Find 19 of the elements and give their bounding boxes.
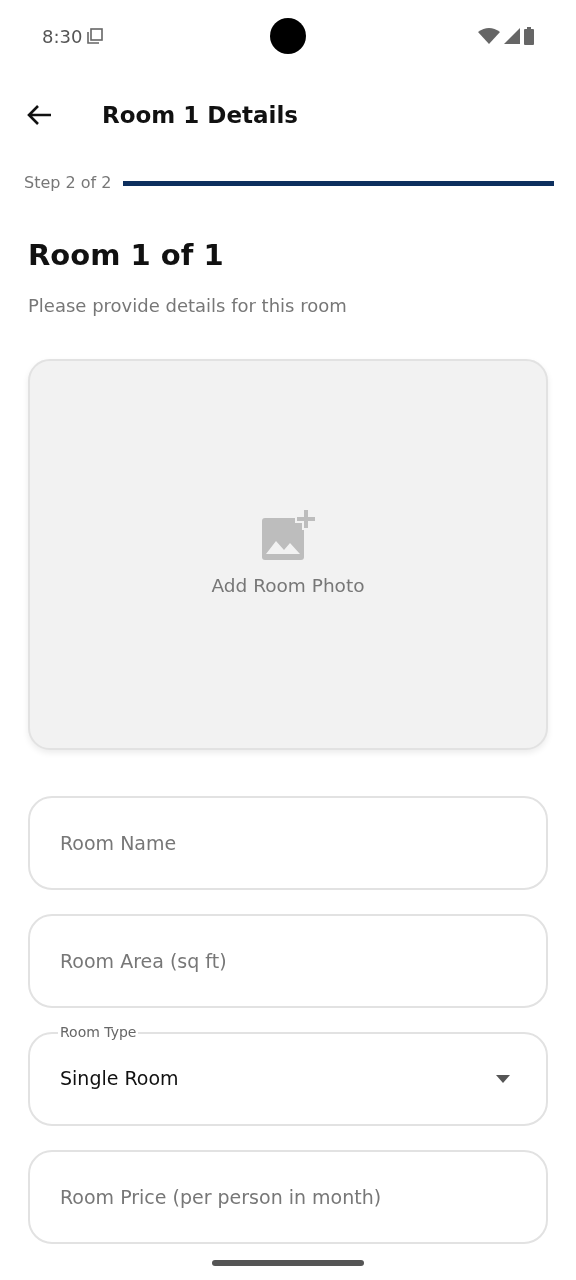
wifi-icon bbox=[478, 28, 500, 44]
input-field[interactable]: Room Name bbox=[28, 795, 548, 890]
field-value: Single Room bbox=[60, 1066, 180, 1092]
camera-cutout bbox=[270, 18, 306, 54]
battery-icon bbox=[524, 27, 534, 45]
section-subtitle: Please provide details for this room bbox=[28, 293, 348, 318]
input-field[interactable]: Room Price (per person in month) bbox=[28, 1149, 548, 1244]
add-photo-label: Add Room Photo bbox=[211, 574, 365, 599]
add-image-icon bbox=[260, 508, 316, 563]
section-heading: Room 1 of 1 bbox=[28, 237, 225, 274]
back-arrow-icon[interactable] bbox=[26, 104, 52, 126]
step-label: Step 2 of 2 bbox=[24, 172, 112, 194]
status-time: 8:30 bbox=[42, 24, 83, 49]
signal-icon bbox=[504, 28, 520, 44]
copy-icon bbox=[86, 27, 105, 45]
input-field[interactable]: Room Area (sq ft) bbox=[28, 913, 548, 1008]
dropdown-caret-icon bbox=[496, 1074, 510, 1083]
add-photo-area[interactable]: Add Room Photo bbox=[28, 358, 548, 750]
page-title: Room 1 Details bbox=[102, 100, 298, 130]
